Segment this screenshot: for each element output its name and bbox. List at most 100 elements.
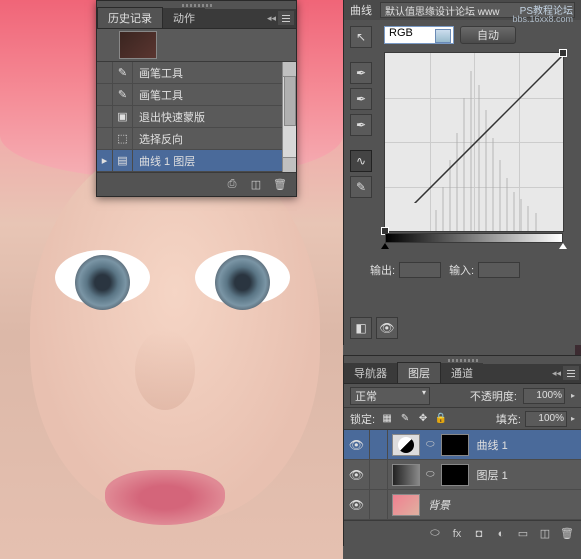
new-group-icon[interactable]: ▭: [513, 525, 533, 543]
history-item[interactable]: ▸▤ 曲线 1 图层: [97, 150, 296, 172]
watermark-2: bbs.16xx8.com: [512, 14, 573, 24]
document-thumb: [119, 31, 157, 59]
clip-to-layer-icon[interactable]: ◧: [350, 317, 372, 339]
link-layers-icon[interactable]: ⬭: [425, 525, 445, 543]
layer-name[interactable]: 图层 1: [473, 467, 508, 483]
lock-label: 锁定:: [350, 411, 375, 427]
layer-icon: ▤: [116, 154, 130, 168]
curve-handle-highlight[interactable]: [559, 49, 567, 57]
history-source-row[interactable]: [97, 29, 296, 62]
auto-button[interactable]: 自动: [460, 26, 516, 44]
mask-thumb[interactable]: [441, 434, 469, 456]
new-snapshot-from-state-icon[interactable]: ⎙: [222, 176, 242, 194]
history-tabs: 历史记录 动作 ◂◂: [97, 9, 296, 29]
layer-name[interactable]: 背景: [424, 497, 450, 513]
visibility-eye-icon[interactable]: 👁: [344, 490, 370, 519]
visibility-eye-icon[interactable]: 👁: [344, 460, 370, 489]
link-icon: ⬭: [426, 469, 435, 480]
photo-iris-right: [215, 255, 270, 310]
output-field[interactable]: [399, 262, 441, 278]
curves-footer: ◧ 👁: [350, 317, 398, 339]
mask-thumb[interactable]: [441, 464, 469, 486]
photo-iris-left: [75, 255, 130, 310]
black-point-slider[interactable]: [381, 243, 389, 249]
history-item-label: 画笔工具: [133, 65, 296, 81]
chevron-right-icon[interactable]: ▸: [571, 414, 575, 423]
brush-icon: ✎: [116, 66, 130, 80]
history-item[interactable]: ✎ 画笔工具: [97, 84, 296, 106]
visibility-eye-icon[interactable]: 👁: [344, 430, 370, 459]
chevron-right-icon[interactable]: ▸: [571, 391, 575, 400]
fill-label: 填充:: [496, 411, 521, 427]
toggle-visibility-icon[interactable]: 👁: [376, 317, 398, 339]
collapse-icon[interactable]: ◂◂: [267, 13, 276, 24]
eyedropper-white-icon[interactable]: ✒: [350, 114, 372, 136]
link-icon: ⬭: [426, 439, 435, 450]
eyedropper-gray-icon[interactable]: ✒: [350, 88, 372, 110]
curves-graph[interactable]: [384, 52, 564, 232]
layer-name[interactable]: 曲线 1: [473, 437, 508, 453]
tab-history[interactable]: 历史记录: [97, 7, 163, 28]
layer-row[interactable]: 👁 ⬭ 曲线 1: [344, 430, 581, 460]
layer-thumb[interactable]: [392, 464, 420, 486]
history-item[interactable]: ▣ 退出快速蒙版: [97, 106, 296, 128]
quickmask-icon: ▣: [116, 110, 130, 124]
new-snapshot-icon[interactable]: ◫: [246, 176, 266, 194]
layers-panel: 导航器 图层 通道 ◂◂ 正常 不透明度: 100% ▸ 锁定: ▦ ✎ ✥ 🔒…: [343, 355, 581, 546]
scrollbar[interactable]: [282, 62, 296, 172]
fill-field[interactable]: 100%: [525, 411, 567, 427]
lock-all-icon[interactable]: 🔒: [433, 411, 449, 427]
brush-icon: ✎: [116, 88, 130, 102]
curve-point-tool-icon[interactable]: ∿: [350, 150, 372, 172]
history-item-label: 曲线 1 图层: [133, 153, 296, 169]
photo-mouth: [105, 470, 225, 525]
targeted-adjustment-icon[interactable]: ↖: [350, 26, 372, 48]
eyedropper-black-icon[interactable]: ✒: [350, 62, 372, 84]
curve-pencil-tool-icon[interactable]: ✎: [350, 176, 372, 198]
delete-icon[interactable]: 🗑: [270, 176, 290, 194]
history-item-label: 选择反向: [133, 131, 296, 147]
channel-select[interactable]: RGB: [384, 26, 454, 44]
curves-panel: 曲线 默认值思缘设计论坛 www ↖ ✒ ✒ ✒ ∿ ✎ RGB 自动: [343, 0, 581, 345]
lock-transparency-icon[interactable]: ▦: [379, 411, 395, 427]
layers-list: 👁 ⬭ 曲线 1 👁 ⬭ 图层 1 👁 背景: [344, 430, 581, 520]
curve-line[interactable]: [385, 53, 581, 203]
blend-mode-select[interactable]: 正常: [350, 387, 430, 405]
layer-row[interactable]: 👁 ⬭ 图层 1: [344, 460, 581, 490]
input-gradient: [385, 233, 563, 243]
history-item[interactable]: ⬚ 选择反向: [97, 128, 296, 150]
layer-thumb[interactable]: [392, 494, 420, 516]
tab-layers[interactable]: 图层: [397, 362, 441, 383]
input-label: 输入:: [449, 262, 474, 278]
history-footer: ⎙ ◫ 🗑: [97, 172, 296, 196]
panel-menu-icon[interactable]: [563, 366, 579, 380]
layers-footer: ⬭ fx ◘ ◐ ▭ ◫ 🗑: [344, 520, 581, 546]
adjustment-thumb[interactable]: [392, 434, 420, 456]
history-item-label: 退出快速蒙版: [133, 109, 296, 125]
collapse-icon[interactable]: ◂◂: [552, 368, 561, 379]
photo-nose: [135, 330, 195, 410]
white-point-slider[interactable]: [559, 243, 567, 249]
lock-fill-row: 锁定: ▦ ✎ ✥ 🔒 填充: 100% ▸: [344, 408, 581, 430]
add-mask-icon[interactable]: ◘: [469, 525, 489, 543]
lock-position-icon[interactable]: ✥: [415, 411, 431, 427]
new-layer-icon[interactable]: ◫: [535, 525, 555, 543]
history-panel: 历史记录 动作 ◂◂ ✎ 画笔工具 ✎ 画笔工具 ▣ 退出快速蒙版 ⬚ 选择反向…: [96, 0, 297, 197]
tab-actions[interactable]: 动作: [163, 8, 205, 28]
tab-channels[interactable]: 通道: [441, 363, 483, 383]
opacity-field[interactable]: 100%: [523, 388, 565, 404]
tab-navigator[interactable]: 导航器: [344, 363, 397, 383]
opacity-label: 不透明度:: [470, 388, 517, 404]
input-field[interactable]: [478, 262, 520, 278]
selection-icon: ⬚: [116, 132, 130, 146]
lock-pixels-icon[interactable]: ✎: [397, 411, 413, 427]
blend-opacity-row: 正常 不透明度: 100% ▸: [344, 384, 581, 408]
panel-menu-icon[interactable]: [278, 11, 294, 25]
history-item[interactable]: ✎ 画笔工具: [97, 62, 296, 84]
curves-title: 曲线: [350, 2, 372, 18]
layer-row[interactable]: 👁 背景: [344, 490, 581, 520]
adjustment-layer-icon[interactable]: ◐: [491, 525, 511, 543]
fx-icon[interactable]: fx: [447, 525, 467, 543]
scroll-thumb[interactable]: [284, 76, 296, 126]
delete-layer-icon[interactable]: 🗑: [557, 525, 577, 543]
